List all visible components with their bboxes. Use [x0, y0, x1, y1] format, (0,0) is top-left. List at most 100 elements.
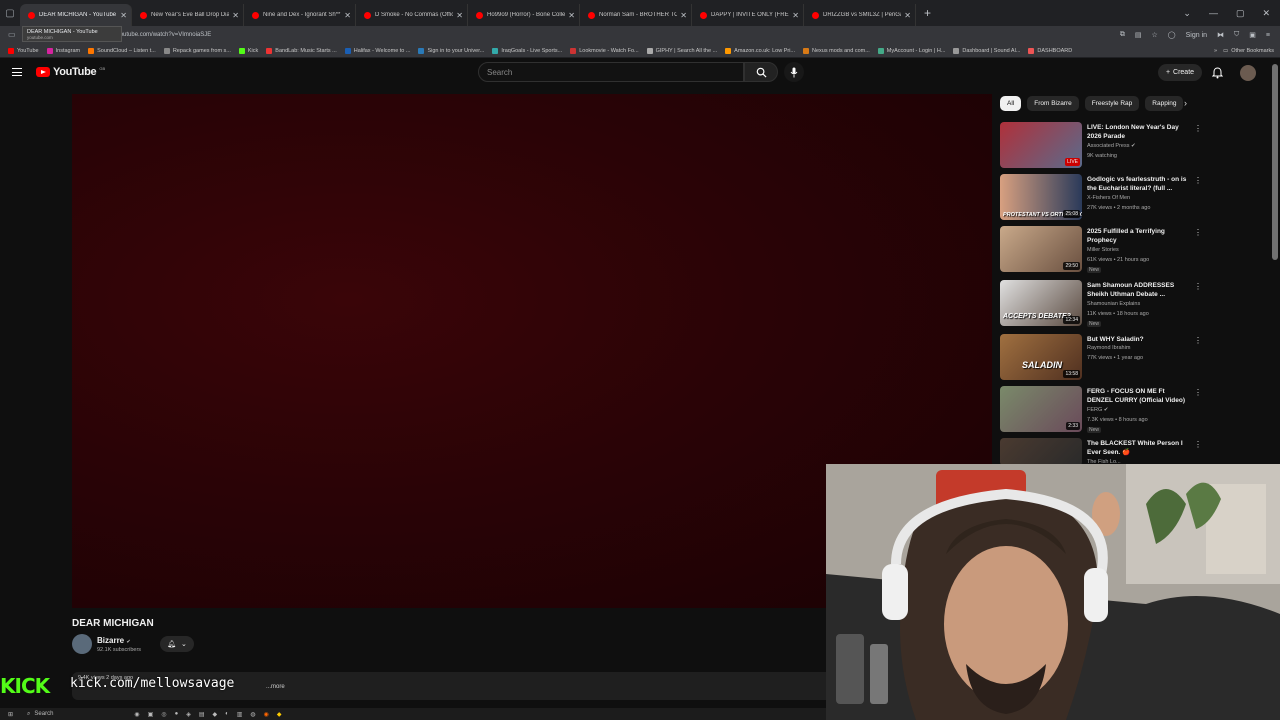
chip-rapping[interactable]: Rapping [1145, 96, 1184, 111]
video-thumbnail[interactable]: 29:50 [1000, 226, 1082, 272]
chip-freestyle-rap[interactable]: Freestyle Rap [1084, 96, 1140, 111]
video-thumbnail[interactable]: ACCEPTS DEBATE? 12:34 [1000, 280, 1082, 326]
recommendation-title[interactable]: But WHY Saladin? [1087, 335, 1191, 344]
bookmark-item[interactable]: Halifax - Welcome to ... [344, 47, 410, 54]
video-thumbnail[interactable]: 2:33 [1000, 386, 1082, 432]
taskbar-app-icon[interactable]: ◐ [225, 711, 229, 717]
description-more-link[interactable]: ...more [266, 684, 285, 690]
recommendation-channel[interactable]: FERG ✔ [1087, 407, 1108, 413]
close-tab-icon[interactable]: ✕ [792, 11, 799, 20]
sidebar-icon[interactable]: ▭ [8, 30, 16, 40]
bookmark-item[interactable]: YouTube [8, 47, 39, 54]
start-icon[interactable]: ⊞ [8, 711, 13, 718]
more-options-icon[interactable]: ⋮ [1194, 176, 1202, 185]
bookmark-item[interactable]: MyAccount - Login | H... [877, 47, 945, 54]
sign-in-button[interactable]: Sign in [1186, 32, 1207, 39]
close-tab-icon[interactable]: ✕ [680, 11, 687, 20]
bookmark-item[interactable]: Lookmovie - Watch Fo... [570, 47, 639, 54]
bookmark-item[interactable]: BandLab: Music Starts ... [266, 47, 337, 54]
scrollbar-thumb[interactable] [1272, 64, 1278, 260]
bookmark-star-icon[interactable]: ☆ [1152, 31, 1158, 39]
close-tab-icon[interactable]: ✕ [232, 11, 239, 20]
recommendation-item[interactable]: PROTESTANT VS ORTHODOX 25:08 Godlogic vs … [1000, 174, 1202, 222]
bookmark-item[interactable]: Dashboard | Sound Al... [953, 47, 1020, 54]
taskbar-app-icon[interactable]: ▣ [148, 711, 154, 718]
recommendation-item[interactable]: ACCEPTS DEBATE? 12:34 Sam Shamoun ADDRESS… [1000, 280, 1202, 328]
tab-4[interactable]: Ho99o9 (Horror) - Bone Collect ✕ [468, 4, 580, 26]
recommendation-item[interactable]: SALADIN 13:58 But WHY Saladin? Raymond Ib… [1000, 334, 1202, 382]
search-button[interactable] [744, 62, 778, 82]
reader-icon[interactable]: ▤ [1135, 31, 1142, 39]
new-tab-icon[interactable]: + [924, 6, 931, 20]
page-scrollbar[interactable] [1272, 60, 1278, 460]
more-options-icon[interactable]: ⋮ [1194, 228, 1202, 237]
wallet-icon[interactable]: ▣ [1249, 31, 1256, 39]
recommendation-title[interactable]: Godlogic vs fearlesstruth - on is the Eu… [1087, 175, 1191, 193]
recommendation-title[interactable]: FERG - FOCUS ON ME Ft DENZEL CURRY (Offi… [1087, 387, 1191, 405]
bookmark-item[interactable]: DASHBOARD [1028, 47, 1072, 54]
bookmark-item[interactable]: Instagram [46, 47, 80, 54]
tab-actions-icon[interactable]: ▢ [0, 0, 20, 26]
recommendation-channel[interactable]: Shamounian Explains [1087, 301, 1140, 307]
taskbar-app-icon[interactable]: ● [175, 711, 179, 717]
chevron-right-icon[interactable]: › [1184, 98, 1187, 108]
menu-icon[interactable]: ≡ [1266, 32, 1270, 39]
profile-icon[interactable]: ◯ [1168, 31, 1176, 39]
taskbar-app-icon[interactable]: ◎ [161, 711, 166, 718]
bookmark-item[interactable]: Amazon.co.uk: Low Pri... [725, 47, 795, 54]
create-button[interactable]: + Create [1158, 64, 1202, 81]
url-field[interactable]: www.youtube.com/watch?v=VImnoiaSJE [92, 32, 1120, 38]
close-tab-icon[interactable]: ✕ [120, 11, 127, 20]
recommendation-item[interactable]: LIVE LIVE: London New Year's Day 2026 Pa… [1000, 122, 1202, 170]
subscription-bell-button[interactable]: 🔔︎ ⌄ [160, 636, 194, 652]
minimize-icon[interactable]: — [1209, 8, 1218, 18]
account-avatar[interactable] [1240, 65, 1256, 81]
tab-5[interactable]: Norman Sam - BROTHER TO B ✕ [580, 4, 692, 26]
channel-name[interactable]: Bizarre ✔ [97, 636, 131, 645]
tab-3[interactable]: D Smoke - No Commas (Officia ✕ [356, 4, 468, 26]
extensions-icon[interactable]: ⧓ [1217, 31, 1224, 39]
taskbar-app-icon[interactable]: ◆ [277, 711, 282, 718]
youtube-logo[interactable]: YouTube GB [36, 66, 105, 78]
shield-icon[interactable]: ⛉ [1234, 31, 1239, 39]
recommendation-channel[interactable]: Raymond Ibrahim [1087, 345, 1130, 351]
taskbar-app-icon[interactable]: ▥ [237, 711, 243, 718]
taskbar-app-icon[interactable]: ◉ [264, 711, 269, 718]
recommendation-channel[interactable]: Associated Press ✔ [1087, 143, 1136, 149]
hamburger-menu-icon[interactable] [12, 68, 22, 76]
recommendation-title[interactable]: The BLACKEST White Person I Ever Seen. 🍎 [1087, 439, 1191, 457]
recommendation-item[interactable]: 2:33 FERG - FOCUS ON ME Ft DENZEL CURRY … [1000, 386, 1202, 434]
bookmark-item[interactable]: Kick [238, 47, 258, 54]
search-input[interactable]: Search [478, 62, 744, 82]
recommendation-title[interactable]: Sam Shamoun ADDRESSES Sheikh Uthman Deba… [1087, 281, 1191, 299]
bookmark-item[interactable]: Sign in to your Univer... [418, 47, 484, 54]
maximize-icon[interactable]: ▢ [1236, 8, 1245, 19]
search-icon[interactable]: ⌕ [27, 711, 30, 718]
bookmark-item[interactable]: GIPHY | Search All the ... [646, 47, 717, 54]
recommendation-title[interactable]: 2025 Fulfilled a Terrifying Prophecy [1087, 227, 1191, 245]
channel-avatar[interactable] [72, 634, 92, 654]
video-thumbnail[interactable]: LIVE [1000, 122, 1082, 168]
other-bookmarks[interactable]: » ▭ Other Bookmarks [1214, 44, 1274, 58]
close-window-icon[interactable]: ✕ [1262, 8, 1270, 19]
bookmark-item[interactable]: IraqGoals - Live Sports... [492, 47, 562, 54]
video-thumbnail[interactable]: PROTESTANT VS ORTHODOX 25:08 [1000, 174, 1082, 220]
tab-2[interactable]: Nine and Dex - Ignorant Sh** - ✕ [244, 4, 356, 26]
bookmark-item[interactable]: Repack games from s... [163, 47, 231, 54]
chip-from-bizarre[interactable]: From Bizarre [1027, 96, 1079, 111]
more-options-icon[interactable]: ⋮ [1194, 336, 1202, 345]
taskbar-app-icon[interactable]: ◉ [134, 711, 139, 718]
recommendation-channel[interactable]: X-Fishers Of Men [1087, 195, 1130, 201]
recommendation-item[interactable]: 29:50 2025 Fulfilled a Terrifying Prophe… [1000, 226, 1202, 274]
taskbar-app-icon[interactable]: ◆ [213, 711, 218, 718]
more-options-icon[interactable]: ⋮ [1194, 124, 1202, 133]
tab-6[interactable]: DAPPY | INVITE ONLY (FREESTY✕ [692, 4, 804, 26]
close-tab-icon[interactable]: ✕ [904, 11, 911, 20]
recommendation-title[interactable]: LIVE: London New Year's Day 2026 Parade [1087, 123, 1191, 141]
bookmark-item[interactable]: SoundCloud – Listen t... [88, 47, 156, 54]
video-thumbnail[interactable]: SALADIN 13:58 [1000, 334, 1082, 380]
bookmark-item[interactable]: Nexus mods and com... [803, 47, 870, 54]
chip-all[interactable]: All [1000, 96, 1022, 111]
taskbar-app-icon[interactable]: ◍ [250, 711, 255, 718]
video-thumbnail[interactable] [1000, 438, 1082, 466]
